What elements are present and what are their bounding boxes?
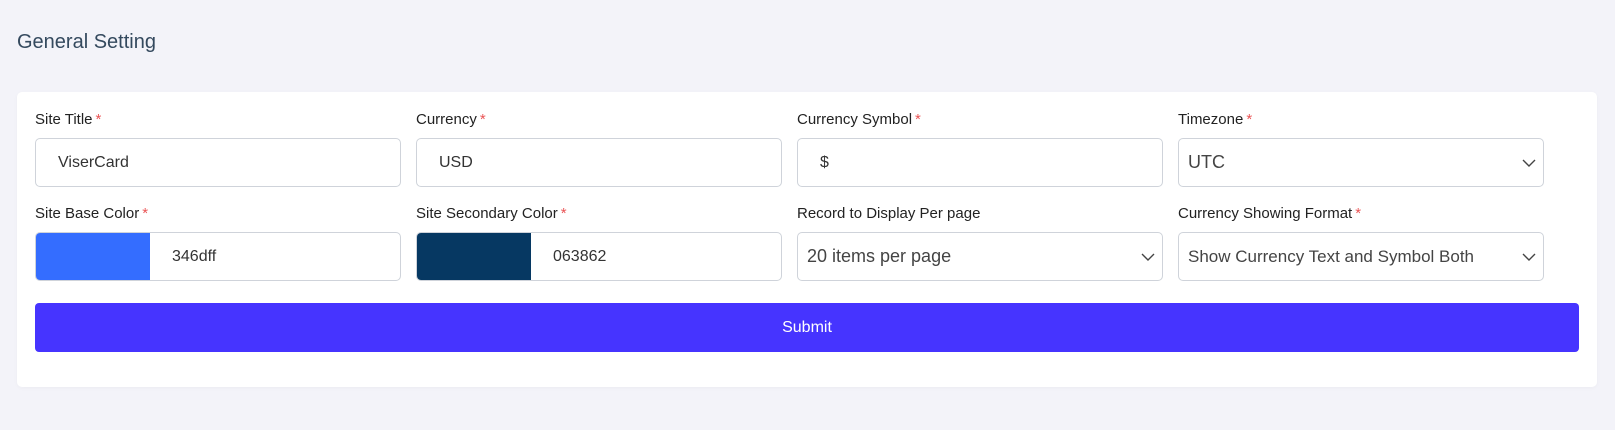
color-swatch[interactable]	[417, 233, 531, 280]
required-mark: *	[479, 111, 486, 128]
site-base-color-input[interactable]: 346dff	[35, 232, 401, 281]
timezone-value: UTC	[1188, 152, 1225, 172]
page-title: General Setting	[17, 31, 156, 53]
records-per-page-value: 20 items per page	[807, 246, 952, 266]
color-swatch[interactable]	[36, 233, 150, 280]
site-secondary-color-input[interactable]: 063862	[416, 232, 782, 281]
currency-symbol-field: Currency Symbol * $	[797, 110, 1163, 187]
currency-format-field: Currency Showing Format * Show Currency T…	[1178, 204, 1544, 281]
general-settings-form: Site Title * ViserCard Currency * USD Curr…	[17, 92, 1597, 387]
required-mark: *	[915, 111, 921, 128]
chevron-down-icon	[1141, 253, 1155, 261]
records-per-page-field: Record to Display Per page 20 items per …	[797, 204, 1163, 281]
records-per-page-label: Record to Display Per page	[797, 205, 981, 222]
timezone-select[interactable]: UTC	[1178, 138, 1544, 187]
currency-symbol-value: $	[820, 154, 829, 171]
site-title-field: Site Title * ViserCard	[35, 110, 401, 187]
records-per-page-select[interactable]: 20 items per page	[797, 232, 1163, 281]
currency-format-value: Show Currency Text and Symbol Both	[1188, 247, 1474, 266]
currency-format-label: Currency Showing Format *	[1178, 205, 1362, 222]
site-title-input[interactable]: ViserCard	[35, 138, 401, 187]
required-mark: *	[1355, 205, 1362, 222]
site-base-color-value: 346dff	[172, 248, 217, 265]
required-mark: *	[142, 205, 149, 222]
chevron-down-icon	[1522, 159, 1536, 167]
currency-symbol-input[interactable]: $	[797, 138, 1163, 187]
submit-button[interactable]: Submit	[35, 303, 1579, 352]
site-base-color-field: Site Base Color * 346dff	[35, 204, 401, 281]
site-base-color-label: Site Base Color *	[35, 205, 149, 222]
site-secondary-color-label: Site Secondary Color *	[416, 205, 567, 222]
timezone-field: Timezone * UTC	[1178, 110, 1544, 187]
currency-label: Currency *	[416, 111, 486, 128]
chevron-down-icon	[1522, 253, 1536, 261]
currency-symbol-label: Currency Symbol *	[797, 111, 921, 128]
required-mark: *	[1246, 111, 1253, 128]
currency-field: Currency * USD	[416, 110, 782, 187]
site-title-value: ViserCard	[58, 154, 129, 171]
currency-format-select[interactable]: Show Currency Text and Symbol Both	[1178, 232, 1544, 281]
currency-input[interactable]: USD	[416, 138, 782, 187]
required-mark: *	[560, 205, 567, 222]
timezone-label: Timezone *	[1178, 111, 1253, 128]
site-secondary-color-field: Site Secondary Color * 063862	[416, 204, 782, 281]
currency-value: USD	[439, 154, 473, 171]
site-secondary-color-value: 063862	[553, 248, 607, 265]
required-mark: *	[95, 111, 102, 128]
site-title-label: Site Title *	[35, 111, 102, 128]
